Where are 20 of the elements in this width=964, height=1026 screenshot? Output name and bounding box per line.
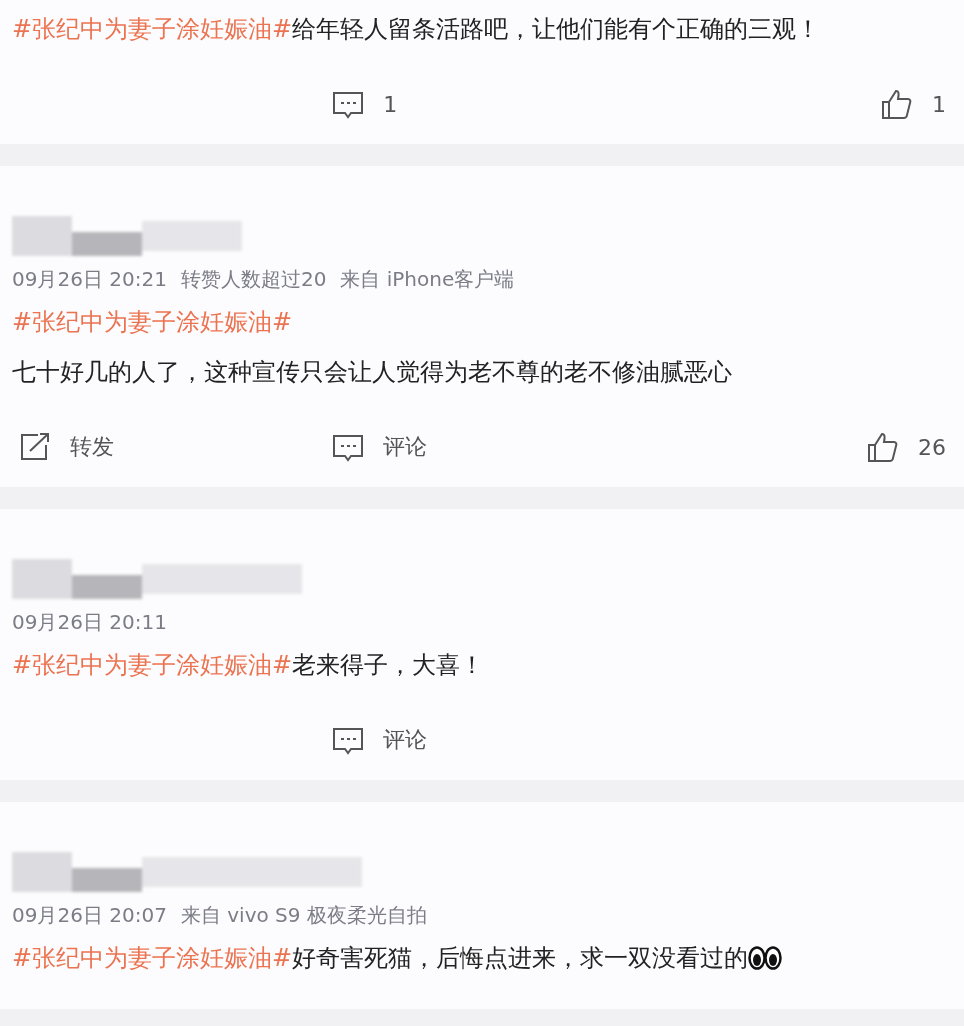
comment-meta: 09月26日 20:21 (12, 266, 167, 293)
comment-button[interactable]: 评论 (325, 431, 434, 463)
comment-text: 好奇害死猫，后悔点进来，求一双没看过的 (292, 943, 749, 974)
share-icon (18, 431, 52, 463)
repost-button[interactable]: 转发 (12, 431, 120, 463)
eyes-emoji-icon (748, 946, 783, 970)
comment-meta: 来自 vivo S9 极夜柔光自拍 (180, 902, 427, 929)
comment-meta: 转赞人数超过20 (180, 266, 327, 293)
comment-meta: 来自 iPhone客户端 (340, 266, 515, 293)
comment-meta: 09月26日 20:07 (12, 902, 167, 929)
like-button[interactable]: 26 (860, 431, 952, 463)
like-button[interactable]: 1 (874, 88, 952, 120)
comment-text: 给年轻人留条活路吧，让他们能有个正确的三观！ (292, 14, 821, 45)
thumbs-up-icon (880, 88, 914, 120)
comment-text: 老来得子，大喜！ (292, 650, 485, 681)
comment-text: 七十好几的人了，这种宣传只会让人觉得为老不尊的老不修油腻恶心 (12, 357, 732, 388)
comment-button[interactable]: 评论 (325, 724, 434, 756)
thumbs-up-icon (866, 431, 900, 463)
comment-button[interactable]: 1 (325, 88, 404, 120)
comment-meta: 09月26日 20:11 (12, 609, 167, 636)
